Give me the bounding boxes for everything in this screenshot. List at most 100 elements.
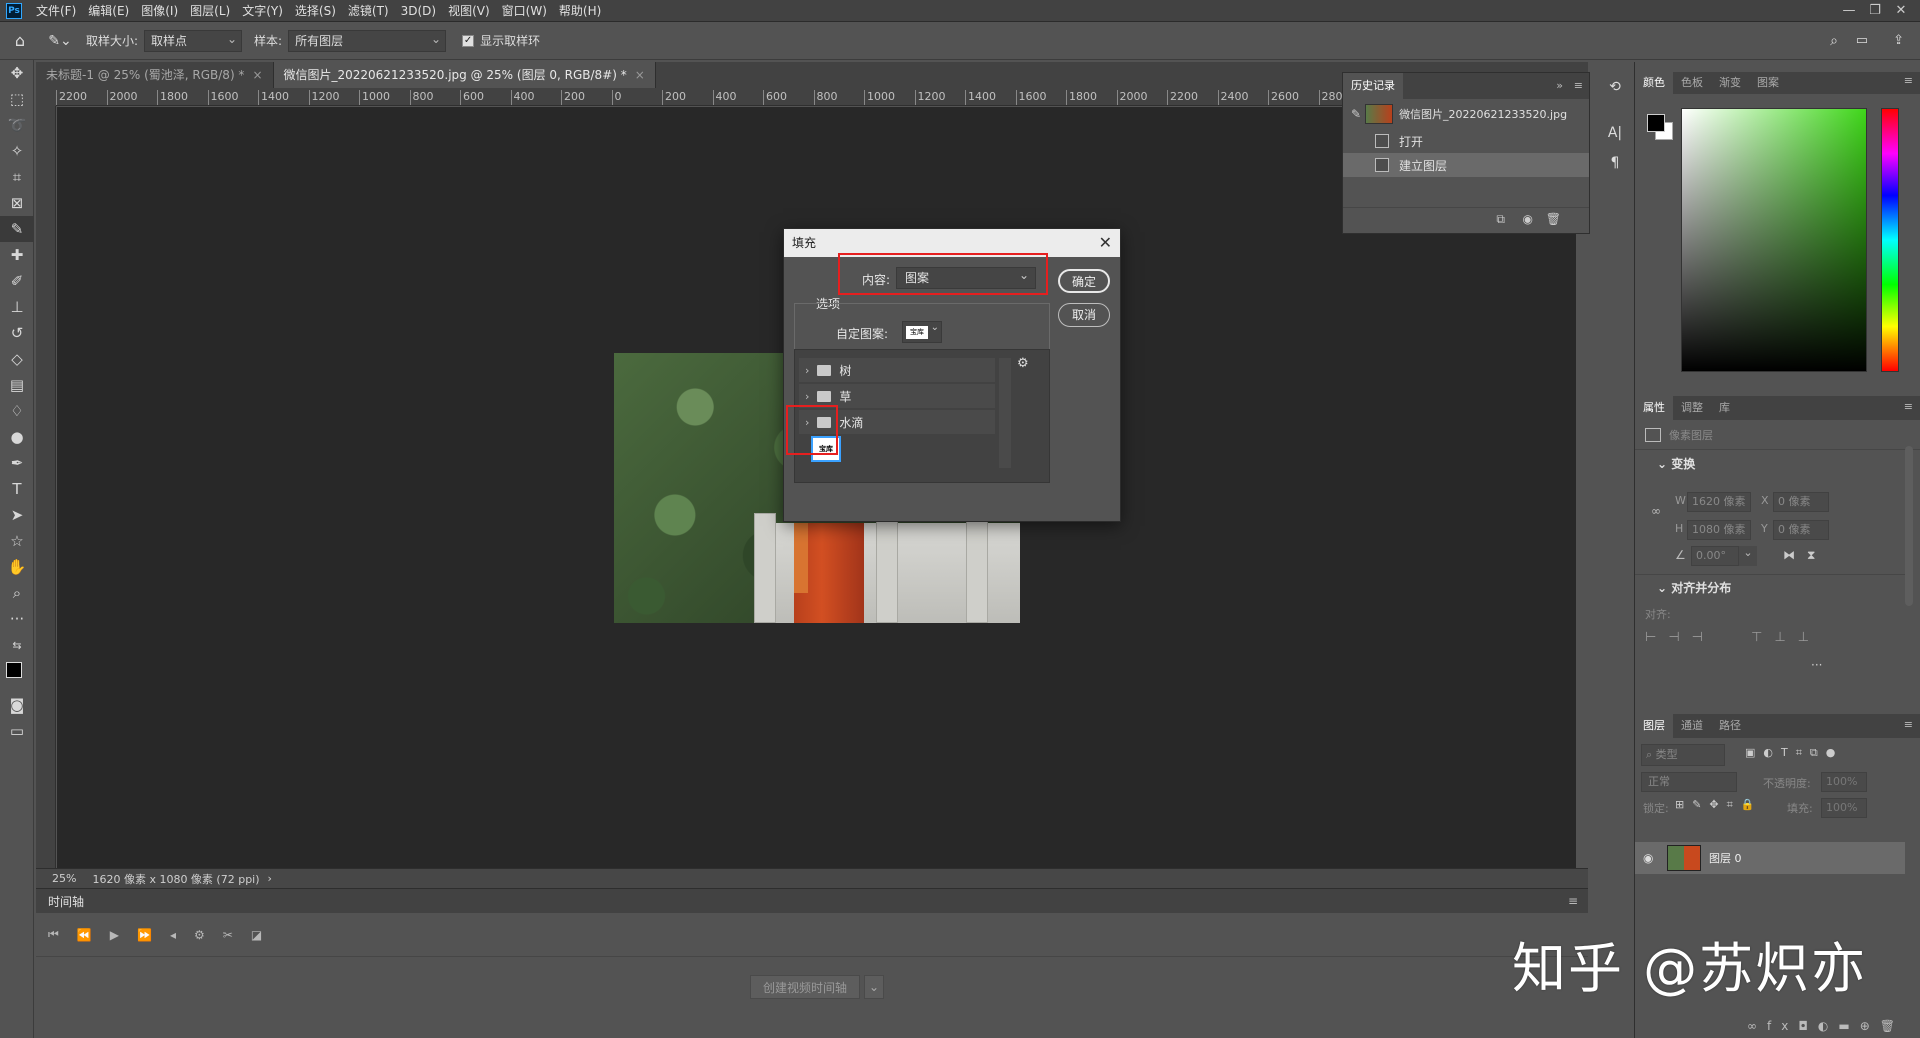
paragraph-panel-icon[interactable]: ¶	[1598, 148, 1632, 178]
create-timeline-dropdown[interactable]: ⌄	[864, 975, 884, 999]
prev-frame-icon[interactable]: ⏪	[77, 928, 92, 942]
tab-adjustments[interactable]: 调整	[1673, 396, 1711, 420]
transition-icon[interactable]: ◪	[251, 928, 262, 942]
home-icon[interactable]: ⌂	[0, 31, 40, 50]
search-icon[interactable]: ⌕	[1830, 33, 1838, 49]
minimize-button[interactable]: —	[1836, 0, 1862, 22]
gear-icon[interactable]: ⚙	[1017, 356, 1029, 371]
status-arrow-icon[interactable]: ›	[268, 872, 272, 885]
flip-horizontal-icon[interactable]: ⧓	[1783, 548, 1795, 562]
dialog-close-icon[interactable]: ✕	[1099, 229, 1112, 257]
filter-icons[interactable]: ▣◐T⌗⧉●	[1745, 746, 1843, 760]
zoom-level[interactable]: 25%	[36, 872, 92, 885]
layer-row-layer0[interactable]: ◉ 图层 0	[1635, 842, 1905, 874]
cancel-button[interactable]: 取消	[1058, 303, 1110, 327]
first-frame-icon[interactable]: ⏮	[48, 927, 59, 942]
tab-libraries[interactable]: 库	[1711, 396, 1738, 420]
menu-window[interactable]: 窗口(W)	[496, 2, 553, 19]
history-panel-icon[interactable]: ⟲	[1598, 72, 1632, 102]
tab-patterns[interactable]: 图案	[1749, 72, 1787, 94]
shape-tool-icon[interactable]: ☆	[0, 528, 34, 554]
share-icon[interactable]: ⇪	[1893, 33, 1904, 48]
history-tab[interactable]: 历史记录	[1343, 73, 1403, 99]
tab-swatches[interactable]: 色板	[1673, 72, 1711, 94]
tab-layers[interactable]: 图层	[1635, 714, 1673, 738]
blur-tool-icon[interactable]: ♢	[0, 398, 34, 424]
chevron-right-icon[interactable]: ›	[805, 364, 809, 377]
ok-button[interactable]: 确定	[1058, 269, 1110, 293]
panel-menu-icon[interactable]: ≡	[1904, 718, 1913, 731]
hand-tool-icon[interactable]: ✋	[0, 554, 34, 580]
tab-channels[interactable]: 通道	[1673, 714, 1711, 738]
align-section-title[interactable]: ⌄ 对齐并分布	[1635, 576, 1731, 600]
create-video-timeline-button[interactable]: 创建视频时间轴	[750, 975, 860, 999]
eyedropper-tool-icon[interactable]: ✎	[0, 216, 34, 242]
color-saturation-field[interactable]	[1681, 108, 1867, 372]
quick-mask-icon[interactable]: ◙	[0, 692, 34, 718]
link-icon[interactable]: ∞	[1651, 504, 1661, 518]
new-layer-icon[interactable]: ⊕	[1860, 1019, 1880, 1033]
menu-file[interactable]: 文件(F)	[30, 2, 82, 19]
panel-menu-icon[interactable]: ≡	[1904, 400, 1913, 413]
hue-slider[interactable]	[1881, 108, 1899, 372]
sample-select[interactable]: 所有图层	[288, 29, 447, 52]
menu-image[interactable]: 图像(I)	[135, 2, 184, 19]
angle-field[interactable]: 0.00°	[1691, 546, 1739, 566]
picker-scrollbar[interactable]	[999, 358, 1011, 468]
custom-pattern-picker[interactable]: 宝库 ⌄	[902, 321, 942, 343]
tab-gradients[interactable]: 渐变	[1711, 72, 1749, 94]
crop-tool-icon[interactable]: ⌗	[0, 164, 34, 190]
x-field[interactable]: 0 像素	[1773, 492, 1829, 512]
visibility-eye-icon[interactable]: ◉	[1643, 851, 1653, 865]
zoom-tool-icon[interactable]: ⌕	[0, 580, 34, 606]
restore-button[interactable]: ❐	[1862, 0, 1888, 22]
stamp-tool-icon[interactable]: ⊥	[0, 294, 34, 320]
pen-tool-icon[interactable]: ✒	[0, 450, 34, 476]
layer-name[interactable]: 图层 0	[1709, 850, 1742, 866]
align-center-icon[interactable]: ⊣	[1668, 630, 1691, 645]
align-left-icon[interactable]: ⊢	[1645, 630, 1668, 645]
eraser-tool-icon[interactable]: ◇	[0, 346, 34, 372]
menu-select[interactable]: 选择(S)	[289, 2, 342, 19]
new-group-icon[interactable]: ▬	[1838, 1019, 1859, 1033]
transform-section-title[interactable]: ⌄ 变换	[1635, 452, 1920, 476]
frame-tool-icon[interactable]: ⊠	[0, 190, 34, 216]
foreground-color-swatch[interactable]	[0, 658, 34, 692]
gradient-tool-icon[interactable]: ▤	[0, 372, 34, 398]
tab-color[interactable]: 颜色	[1635, 72, 1673, 94]
align-bottom-icon[interactable]: ⊥	[1798, 630, 1821, 645]
menu-view[interactable]: 视图(V)	[442, 2, 496, 19]
history-item-make-layer[interactable]: 建立图层	[1343, 153, 1589, 177]
chevron-right-icon[interactable]: ›	[805, 390, 809, 403]
audio-icon[interactable]: ◂	[170, 928, 176, 942]
healing-brush-tool-icon[interactable]: ✚	[0, 242, 34, 268]
split-icon[interactable]: ✂	[223, 928, 233, 942]
history-snapshot[interactable]: ✎ 微信图片_20220621233520.jpg	[1343, 99, 1589, 129]
more-tools-icon[interactable]: ···	[0, 606, 34, 632]
history-item-open[interactable]: 打开	[1343, 129, 1589, 153]
close-window-button[interactable]: ✕	[1888, 0, 1914, 22]
panel-menu-icon[interactable]: ≡	[1568, 894, 1578, 908]
tab-untitled[interactable]: 未标题-1 @ 25% (蜀池泽, RGB/8) * ×	[36, 62, 274, 88]
link-layers-icon[interactable]: ∞	[1747, 1019, 1767, 1033]
eyedropper-tool-preset-icon[interactable]: ✎⌄	[40, 33, 80, 49]
adjustment-layer-icon[interactable]: ◐	[1818, 1019, 1838, 1033]
workspace-icon[interactable]: ▭	[1856, 33, 1868, 48]
type-tool-icon[interactable]: T	[0, 476, 34, 502]
y-field[interactable]: 0 像素	[1773, 520, 1829, 540]
tab-wechat-image[interactable]: 微信图片_20220621233520.jpg @ 25% (图层 0, RGB…	[273, 62, 656, 88]
menu-edit[interactable]: 编辑(E)	[82, 2, 135, 19]
panel-menu-icon[interactable]: ≡	[1904, 74, 1913, 87]
brush-tool-icon[interactable]: ✐	[0, 268, 34, 294]
opacity-field[interactable]: 100%	[1821, 772, 1867, 792]
delete-layer-icon[interactable]: 🗑	[1880, 1019, 1905, 1033]
align-middle-icon[interactable]: ⊥	[1774, 630, 1797, 645]
width-field[interactable]: 1620 像素	[1687, 492, 1751, 512]
tab-properties[interactable]: 属性	[1635, 396, 1673, 420]
marquee-tool-icon[interactable]: ⬚	[0, 86, 34, 112]
align-right-icon[interactable]: ⊣	[1692, 630, 1715, 645]
fx-icon[interactable]: fx	[1767, 1019, 1798, 1033]
path-selection-tool-icon[interactable]: ➤	[0, 502, 34, 528]
menu-layer[interactable]: 图层(L)	[184, 2, 236, 19]
close-tab-icon[interactable]: ×	[635, 68, 645, 82]
